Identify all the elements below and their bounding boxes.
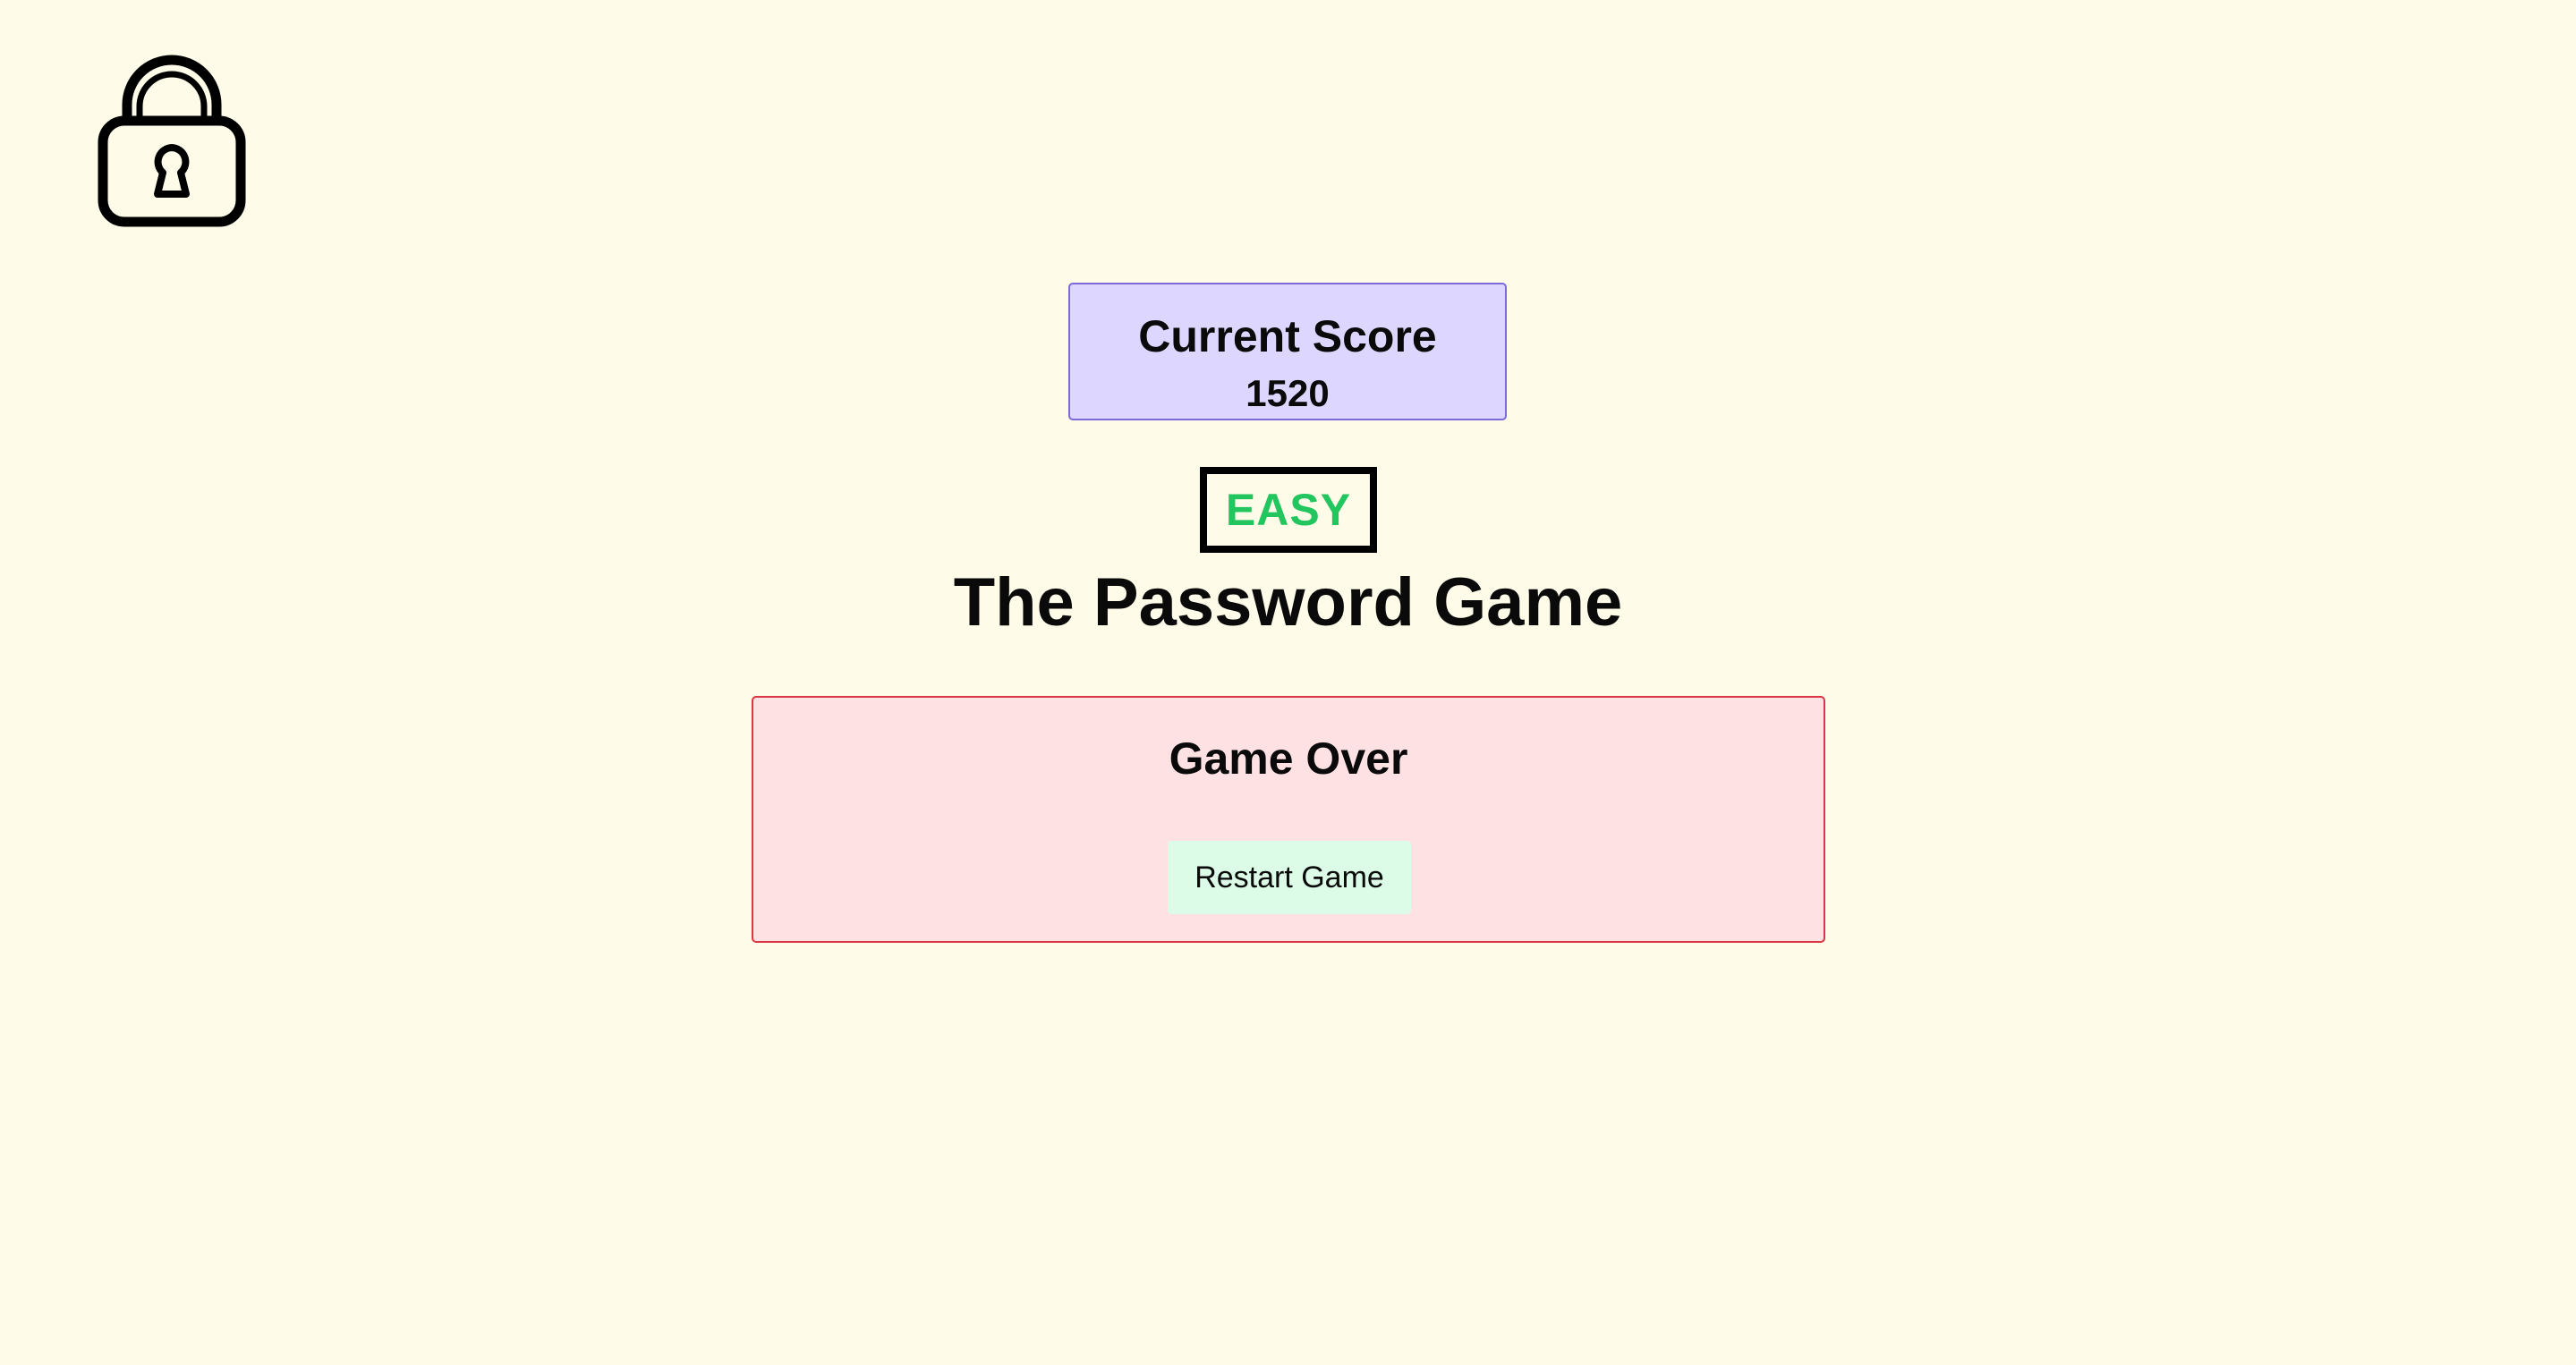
page-title: The Password Game (953, 564, 1623, 640)
game-over-panel: Game Over Restart Game (752, 696, 1825, 943)
score-value: 1520 (1245, 372, 1330, 414)
restart-game-button[interactable]: Restart Game (1168, 841, 1411, 914)
game-over-title: Game Over (1169, 733, 1408, 784)
score-title: Current Score (1138, 311, 1437, 361)
score-box: Current Score 1520 (1068, 283, 1507, 420)
difficulty-badge: EASY (1200, 467, 1377, 553)
lock-icon (97, 49, 247, 228)
